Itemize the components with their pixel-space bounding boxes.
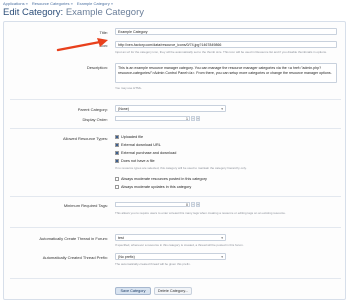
auto-thread-prefix-hint: The automatically-created thread will be… — [115, 262, 191, 266]
breadcrumb-applications[interactable]: Applications » — [3, 1, 28, 6]
decrement-button[interactable]: − — [191, 202, 195, 207]
title-label: Title: — [99, 30, 108, 35]
auto-thread-forum-value: test — [118, 236, 124, 240]
checkbox-box — [115, 177, 119, 181]
checkbox-label: External download URL — [121, 143, 161, 147]
breadcrumb-example-category[interactable]: Example Category » — [77, 1, 113, 6]
checkbox-label: Always moderate updates in this category — [121, 185, 192, 189]
save-category-button[interactable]: Save Category — [115, 287, 151, 295]
divider — [10, 227, 341, 228]
checkbox-label: Always moderate resources posted in this… — [121, 177, 207, 181]
checkbox-no-file[interactable]: Does not have a file — [115, 159, 155, 163]
description-hint: You may use HTML. — [115, 86, 143, 90]
allowed-resource-types-label: Allowed Resource Types: — [62, 136, 108, 141]
display-order-input[interactable]: 1 — [115, 116, 190, 121]
delete-category-button[interactable]: Delete Category... — [154, 287, 192, 295]
checkbox-uploaded-file[interactable]: Uploaded file — [115, 135, 143, 139]
parent-category-value: (None) — [118, 107, 129, 111]
icon-hint: Input an url for the category icon, they… — [115, 50, 327, 54]
checkbox-external-download-url[interactable]: External download URL — [115, 143, 161, 147]
category-form: Title: Example Category Icon: http://xen… — [3, 21, 346, 300]
breadcrumb: Applications » Resource Categories » Examp… — [3, 1, 113, 6]
divider — [10, 196, 341, 197]
page-title: Edit Category: Example Category — [3, 7, 144, 18]
annotation-arrow-icon — [56, 38, 108, 52]
checkbox-label: Does not have a file — [121, 159, 155, 163]
auto-thread-forum-select[interactable]: test ▾ — [115, 234, 226, 241]
auto-thread-prefix-label: Automatically Created Thread Prefix: — [42, 255, 108, 260]
checkbox-box — [115, 143, 119, 147]
checkbox-external-purchase[interactable]: External purchase and download — [115, 151, 176, 155]
checkbox-box — [115, 135, 119, 139]
checkbox-moderate-resources[interactable]: Always moderate resources posted in this… — [115, 177, 207, 181]
icon-url-input[interactable]: http://xen-factory.com/data/resource_ico… — [115, 41, 337, 48]
checkbox-moderate-updates[interactable]: Always moderate updates in this category — [115, 185, 191, 189]
page-title-name: Example Category — [65, 7, 144, 18]
auto-thread-prefix-select[interactable]: (No prefix) ▾ — [115, 253, 226, 260]
resource-types-hint: If no resource types are selected, this … — [115, 166, 247, 170]
auto-thread-prefix-value: (No prefix) — [118, 255, 135, 259]
chevron-down-icon: ▾ — [221, 107, 223, 111]
parent-category-label: Parent Category: — [77, 107, 108, 112]
checkbox-box — [115, 151, 119, 155]
divider — [10, 99, 341, 100]
min-required-tags-input[interactable]: 0 — [115, 202, 190, 207]
breadcrumb-resource-categories[interactable]: Resource Categories » — [32, 1, 73, 6]
chevron-down-icon: ▾ — [221, 255, 223, 259]
auto-thread-forum-label: Automatically Create Thread in Forum: — [39, 236, 108, 241]
decrement-button[interactable]: − — [191, 116, 195, 121]
description-label: Description: — [86, 65, 108, 70]
auto-thread-forum-hint: If specified, whenever a resource in thi… — [115, 243, 244, 247]
min-required-tags-hint: This allows you to require users to ente… — [115, 211, 286, 215]
description-textarea[interactable]: This is an example resource manager cate… — [115, 63, 337, 83]
display-order-label: Display Order: — [82, 117, 108, 122]
checkbox-label: Uploaded file — [121, 135, 144, 139]
title-input[interactable]: Example Category — [115, 28, 337, 35]
min-required-tags-label: Minimum Required Tags: — [63, 203, 108, 208]
checkbox-box — [115, 185, 119, 189]
page-title-prefix: Edit Category: — [3, 7, 64, 18]
divider — [10, 128, 341, 129]
increment-button[interactable]: + — [196, 202, 200, 207]
checkbox-box — [115, 159, 119, 163]
increment-button[interactable]: + — [196, 116, 200, 121]
divider — [10, 278, 341, 279]
parent-category-select[interactable]: (None) ▾ — [115, 105, 226, 112]
chevron-down-icon: ▾ — [221, 236, 223, 240]
checkbox-label: External purchase and download — [121, 151, 177, 155]
